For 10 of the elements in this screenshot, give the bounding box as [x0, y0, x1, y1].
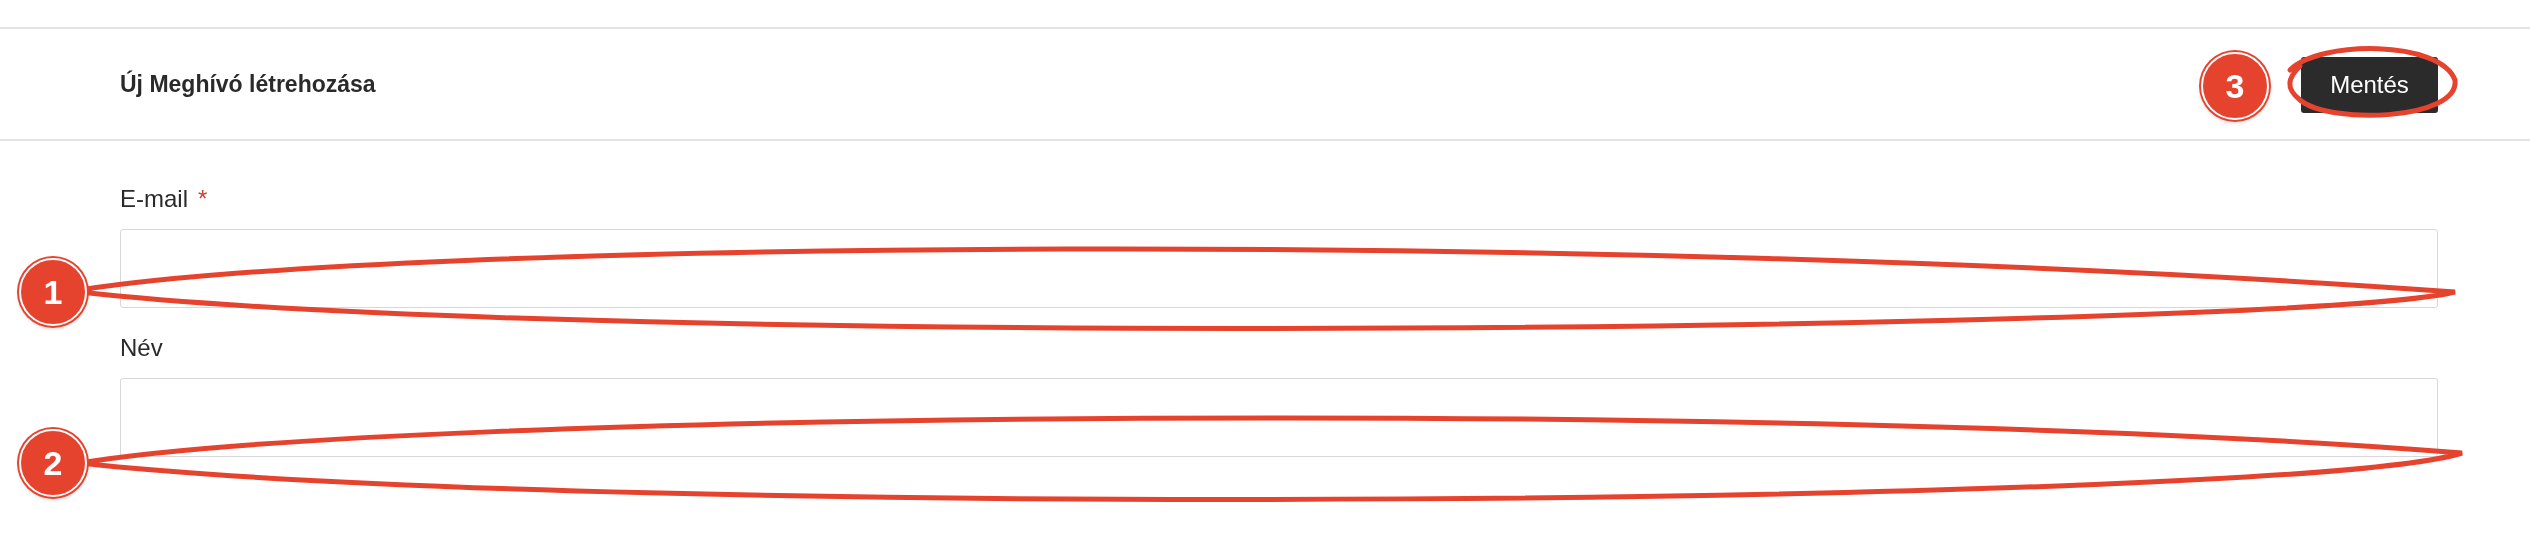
input-field[interactable] [120, 229, 2438, 308]
field-label: E-mail [120, 185, 188, 213]
number-badge: 3 [2201, 52, 2269, 120]
number-badge: 1 [19, 258, 87, 326]
number-badge: 2 [19, 429, 87, 497]
save-button[interactable]: Mentés [2301, 57, 2438, 113]
page-title: Új Meghívó létrehozása [120, 70, 376, 98]
field-label: Név [120, 334, 163, 362]
required-mark: * [198, 185, 208, 213]
input-field[interactable] [120, 378, 2438, 457]
